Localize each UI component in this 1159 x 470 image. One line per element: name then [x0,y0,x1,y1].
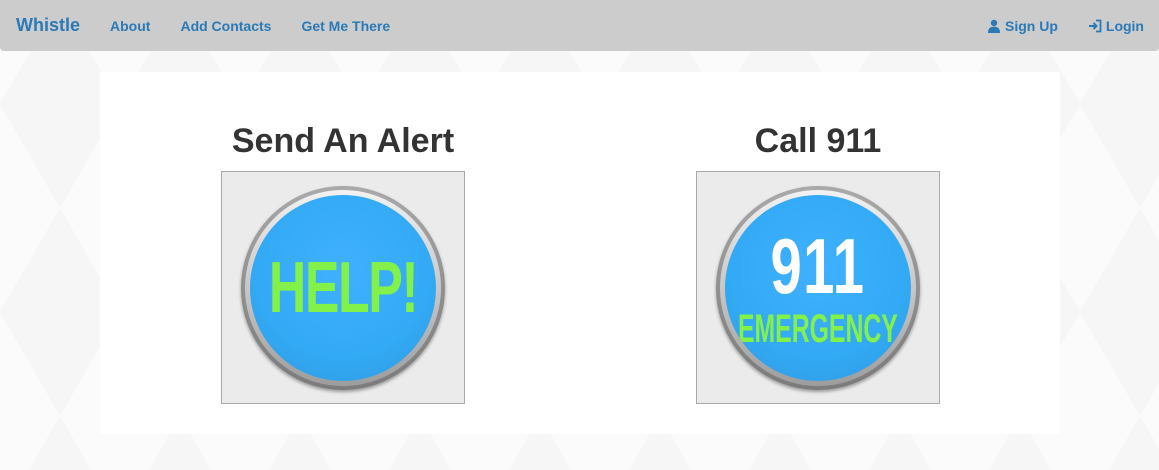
help-button-text: HELP! [268,247,419,328]
call-card: Call 911 911 EMERGENCY [696,120,940,404]
call-title: Call 911 [754,122,882,160]
signup-label: Sign Up [1005,17,1058,34]
call-button-bezel: 911 EMERGENCY [716,185,920,390]
nav-add-contacts[interactable]: Add Contacts [165,18,286,34]
alert-card: Send An Alert HELP! [221,120,465,404]
login-icon [1088,19,1102,32]
nav-get-me-there[interactable]: Get Me There [286,18,405,34]
navbar: Whistle About Add Contacts Get Me There … [0,0,1159,51]
signup-link[interactable]: Sign Up [987,18,1058,34]
call-button-subtext: EMERGENCY [738,306,898,351]
main-panel: Send An Alert HELP! Call 911 911 EMERGEN… [100,72,1060,434]
call-button-number: 911 [770,221,866,310]
call-911-button[interactable]: 911 EMERGENCY [696,171,940,404]
nav-right: Sign Up Login [987,18,1144,34]
login-label: Login [1105,17,1144,34]
help-button-bezel: HELP! [241,185,445,390]
call-button-face: 911 EMERGENCY [725,194,911,381]
login-link[interactable]: Login [1058,18,1144,34]
brand-link[interactable]: Whistle [16,15,80,36]
help-button-ring: HELP! [245,189,441,386]
call-button-ring: 911 EMERGENCY [720,189,916,386]
user-icon [988,19,1000,33]
help-button-face: HELP! [250,194,436,381]
help-button[interactable]: HELP! [221,171,465,404]
nav-about[interactable]: About [95,18,165,34]
alert-title: Send An Alert [231,122,455,160]
